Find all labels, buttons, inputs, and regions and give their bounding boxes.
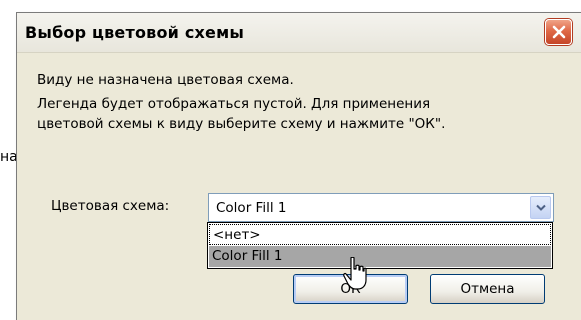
mouse-cursor-icon [343,257,367,290]
cancel-button[interactable]: Отмена [430,274,545,304]
dialog-title: Выбор цветовой схемы [25,23,245,42]
message-line-2: Легенда будет отображаться пустой. Для п… [37,96,431,112]
color-scheme-dialog: Выбор цветовой схемы Виду не назначена ц… [16,12,581,320]
message-line-3: цветовой схемы к виду выберите схему и н… [37,116,446,132]
color-scheme-select-value: Color Fill 1 [216,200,287,216]
close-icon [552,25,565,39]
option-color-fill-1[interactable]: Color Fill 1 [209,246,551,267]
color-scheme-label: Цветовая схема: [51,198,170,214]
option-none[interactable]: <нет> [209,224,551,245]
dialog-titlebar[interactable]: Выбор цветовой схемы [17,13,581,53]
dropdown-toggle-button[interactable] [530,196,551,219]
color-scheme-select[interactable]: Color Fill 1 [208,193,554,222]
close-button[interactable] [545,19,572,45]
color-scheme-dropdown-list: <нет> Color Fill 1 [207,222,553,269]
message-line-1: Виду не назначена цветовая схема. [37,72,294,88]
chevron-down-icon [535,204,546,211]
